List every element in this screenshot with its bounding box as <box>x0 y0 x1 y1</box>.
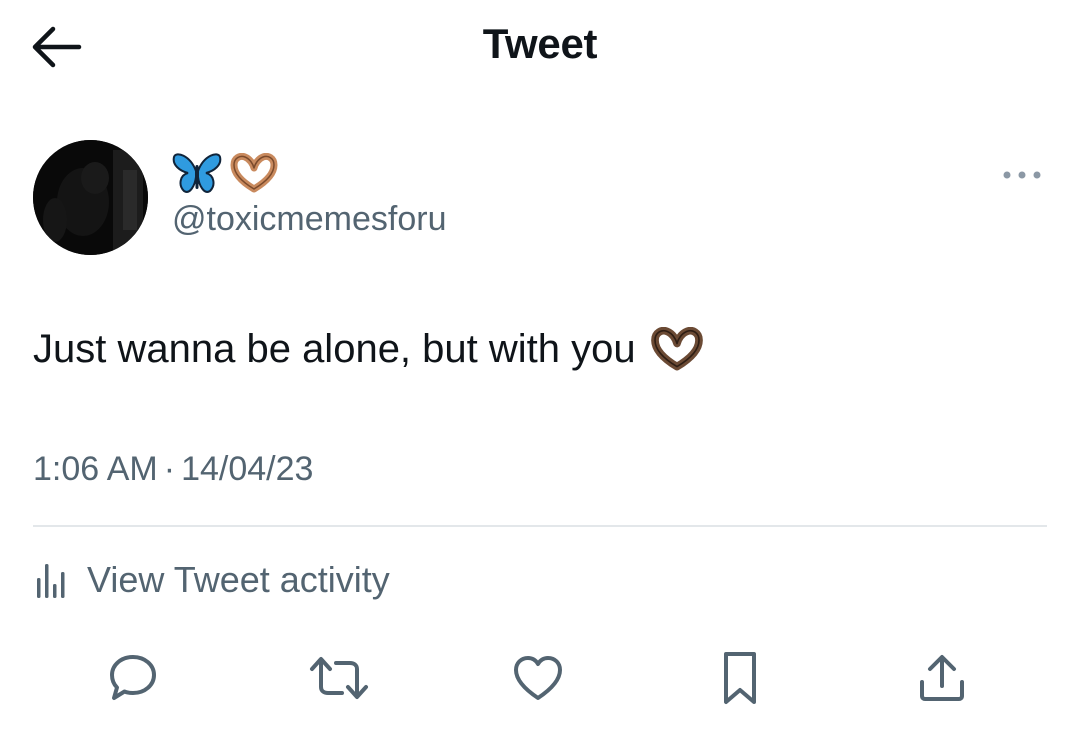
share-button[interactable] <box>914 650 970 706</box>
bar-chart-icon <box>37 564 65 598</box>
timestamp-separator: · <box>163 450 176 488</box>
reply-bubble-icon <box>110 655 156 700</box>
activity-label: View Tweet activity <box>87 559 390 600</box>
avatar-image <box>33 140 148 255</box>
view-tweet-activity-link[interactable]: View Tweet activity <box>33 555 390 605</box>
more-horizontal-icon <box>1003 171 1041 179</box>
heart-hands-dark-emoji-icon <box>650 327 703 371</box>
retweet-button[interactable] <box>307 650 371 706</box>
more-options-button[interactable] <box>998 160 1046 190</box>
tweet-text: Just wanna be alone, but with you <box>33 324 704 374</box>
tweet-timestamp[interactable]: 1:06 AM · 14/04/23 <box>33 450 313 489</box>
reply-button[interactable] <box>105 650 161 706</box>
bookmark-button[interactable] <box>712 650 768 706</box>
share-upload-icon <box>920 655 964 701</box>
avatar[interactable] <box>33 140 148 255</box>
retweet-icon <box>310 657 368 699</box>
tweet-text-content: Just wanna be alone, but with you <box>33 327 636 371</box>
heart-outline-icon <box>514 656 562 700</box>
top-bar: Tweet <box>0 0 1080 96</box>
page-title: Tweet <box>482 20 598 67</box>
like-button[interactable] <box>510 650 566 706</box>
username[interactable]: @toxicmemesforu <box>172 200 446 239</box>
butterfly-emoji-icon <box>172 153 222 193</box>
divider <box>33 525 1047 527</box>
tweet-time: 1:06 AM <box>33 450 158 488</box>
tweet-date: 14/04/23 <box>181 450 314 488</box>
heart-hands-emoji-icon <box>230 153 278 193</box>
bookmark-icon <box>724 652 756 704</box>
display-name[interactable] <box>172 150 278 196</box>
tweet-detail-page: Tweet @toxicmemesforu Just wanna be alon… <box>0 0 1080 736</box>
